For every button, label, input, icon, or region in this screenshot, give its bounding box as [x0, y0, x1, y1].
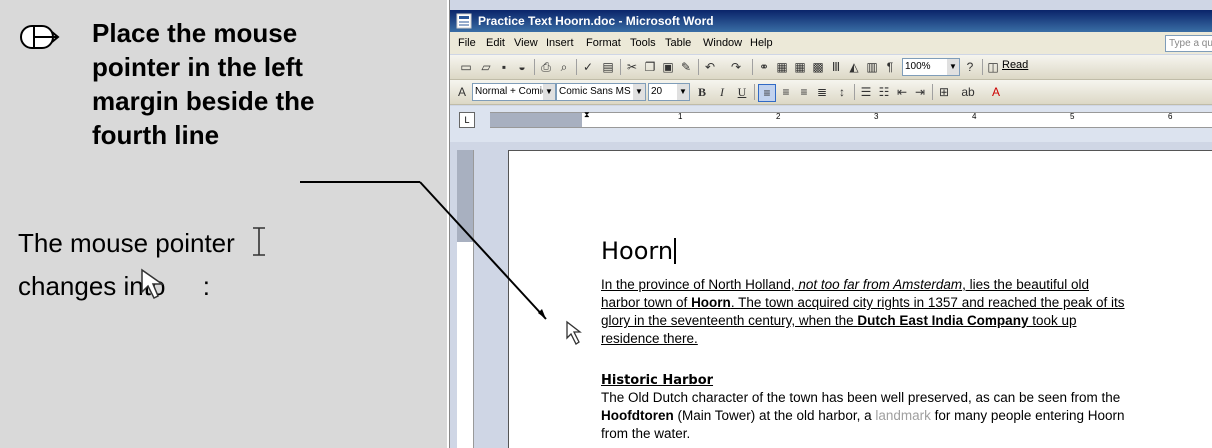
callout-line: [300, 181, 547, 320]
